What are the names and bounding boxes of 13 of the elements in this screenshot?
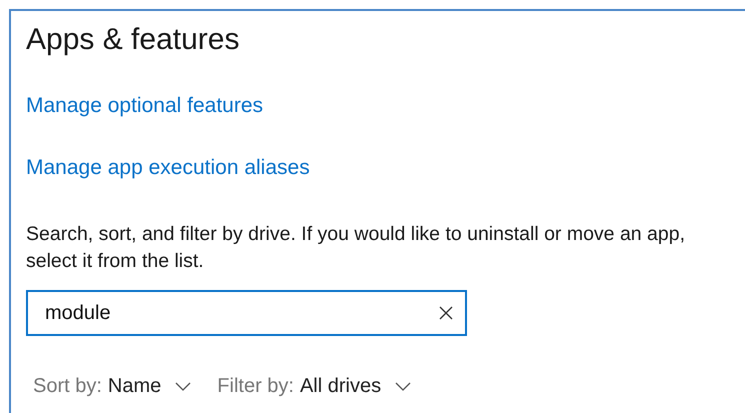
page-title: Apps & features xyxy=(26,22,240,58)
settings-link[interactable]: Manage app execution aliases xyxy=(26,155,310,181)
search-input[interactable]: module xyxy=(45,302,439,324)
search-field[interactable]: module xyxy=(26,290,467,336)
dropdown-button[interactable]: All drives xyxy=(300,373,382,399)
dropdown-label: Filter by: xyxy=(217,374,294,399)
chevron-down-icon[interactable] xyxy=(175,382,192,390)
description-text: Search, sort, and filter by drive. If you would like to uninstall or move an app, select it from the list. xyxy=(26,222,686,274)
settings-link[interactable]: Manage optional features xyxy=(26,93,263,119)
dropdown-button[interactable]: Name xyxy=(108,373,162,399)
clear-icon[interactable] xyxy=(439,306,453,320)
chevron-down-icon[interactable] xyxy=(395,382,412,390)
dropdown-label: Sort by: xyxy=(33,374,102,399)
